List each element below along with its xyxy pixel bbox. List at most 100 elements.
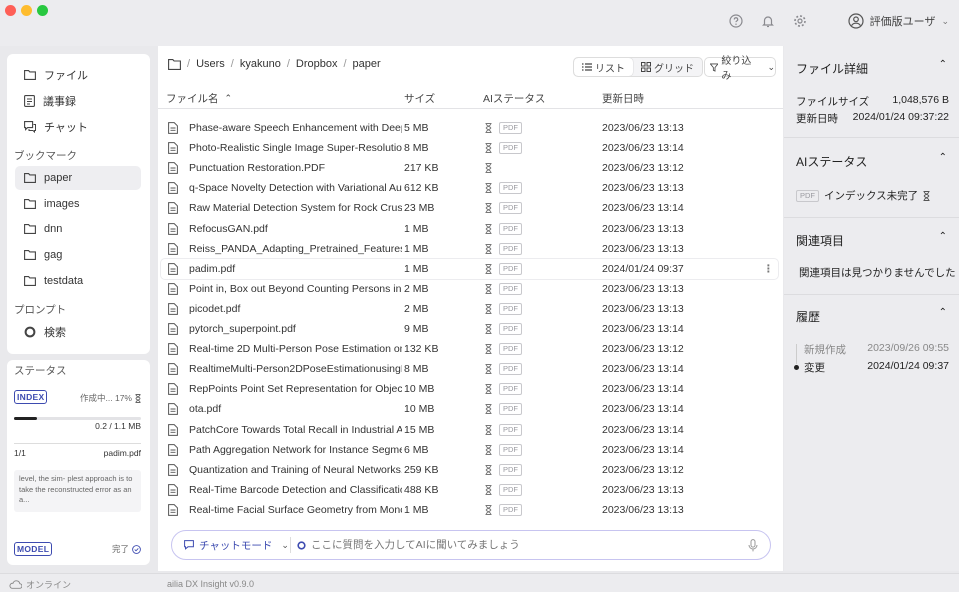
file-date: 2023/06/23 13:12 [602,463,684,476]
index-progress-bar [14,417,141,420]
breadcrumb-item[interactable]: Dropbox [296,58,338,70]
chat-bar: チャットモード ⌄ [171,530,771,560]
table-row[interactable]: Real-Time Barcode Detection and Classifi… [161,480,778,500]
file-name: Point in, Box out Beyond Counting Person… [189,282,402,295]
collapse-chevron-icon[interactable]: ⌃ [939,59,947,70]
file-name: RealtimeMulti-Person2DPoseEstimationusin… [189,363,402,376]
file-icon [168,182,178,195]
list-icon [582,63,592,71]
column-name-header[interactable]: ファイル名 ⌃ [166,91,232,106]
file-date: 2024/01/24 09:37 [602,262,684,275]
file-date: 2023/06/23 13:12 [602,343,684,356]
table-row[interactable]: Point in, Box out Beyond Counting Person… [161,279,778,299]
gear-icon[interactable] [793,14,807,28]
sidebar-item-chat[interactable]: チャット [15,115,141,139]
table-row[interactable]: padim.pdf 1 MB PDF 2024/01/24 09:37 ⋮ [161,258,778,279]
file-name: PatchCore Towards Total Recall in Indust… [189,423,402,436]
ai-status-cell: PDF [485,463,522,476]
history-label: 新規作成 [804,344,846,356]
breadcrumb-item[interactable]: paper [353,58,381,70]
file-date: 2023/06/23 13:14 [602,363,684,376]
prompts-heading: プロンプト [14,304,67,316]
table-row[interactable]: pytorch_superpoint.pdf 9 MB PDF 2023/06/23 … [161,319,778,339]
bookmark-images[interactable]: images [15,192,141,216]
hourglass-icon [485,504,492,515]
table-row[interactable]: Real-time Facial Surface Geometry from M… [161,500,778,520]
history-section: 履歴 ⌃ 新規作成 2023/09/26 09:55 変更 2024/01/24… [784,295,959,395]
chat-input[interactable] [311,539,748,551]
file-icon [168,503,178,516]
bookmark-testdata[interactable]: testdata [15,269,141,293]
bookmark-gag[interactable]: gag [15,243,141,267]
table-row[interactable]: RepPoints Point Set Representation for O… [161,379,778,399]
history-item: 新規作成 2023/09/26 09:55 [794,342,949,357]
table-row[interactable]: q-Space Novelty Detection with Variation… [161,178,778,198]
collapse-chevron-icon[interactable]: ⌃ [939,231,947,242]
file-date: 2023/06/23 13:14 [602,443,684,456]
check-circle-icon [132,544,141,554]
table-row[interactable]: RealtimeMulti-Person2DPoseEstimationusin… [161,359,778,379]
zoom-window-button[interactable] [37,5,48,16]
column-date-header[interactable]: 更新日時 [602,91,644,106]
table-row[interactable]: Real-time 2D Multi-Person Pose Estimatio… [161,339,778,359]
search-circle-icon [24,326,36,338]
table-row[interactable]: Quantization and Training of Neural Netw… [161,460,778,480]
column-size-header[interactable]: サイズ [404,91,435,106]
minimize-window-button[interactable] [21,5,32,16]
table-row[interactable]: PatchCore Towards Total Recall in Indust… [161,420,778,440]
table-row[interactable]: Path Aggregation Network for Instance Se… [161,440,778,460]
prompt-search[interactable]: 検索 [15,320,141,344]
table-row[interactable]: Reiss_PANDA_Adapting_Pretrained_Features… [161,239,778,259]
table-row[interactable]: Phase-aware Speech Enhancement with Deep… [161,118,778,138]
more-options-icon[interactable]: ⋮ [763,263,774,275]
folder-icon [24,70,36,80]
ai-status-cell: PDF [485,122,522,134]
related-heading: 関連項目 [796,234,845,248]
file-name: Punctuation Restoration.PDF [189,162,325,175]
table-row[interactable]: Photo-Realistic Single Image Super-Resol… [161,138,778,158]
file-name: padim.pdf [189,262,236,275]
hourglass-icon [485,464,492,475]
table-row[interactable]: picodet.pdf 2 MB PDF 2023/06/23 13:13 [161,299,778,319]
ai-status-cell: PDF [485,363,522,376]
file-icon [168,343,178,355]
cloud-icon [9,580,22,589]
filter-button[interactable]: 絞り込み ⌄ [704,56,776,82]
file-icon [168,142,178,154]
sidebar-item-minutes[interactable]: 議事録 [15,89,141,113]
collapse-chevron-icon[interactable]: ⌃ [939,307,947,318]
file-size: 217 KB [404,162,439,175]
table-row[interactable]: RefocusGAN.pdf 1 MB PDF 2023/06/23 13:13 [161,219,778,239]
breadcrumb-item[interactable]: kyakuno [240,58,281,70]
file-icon [168,302,178,315]
column-ai-status-header[interactable]: AIステータス [483,91,545,106]
index-badge: INDEX [14,390,48,404]
collapse-chevron-icon[interactable]: ⌃ [939,152,947,163]
pdf-tag: PDF [499,443,522,456]
related-empty-text: 関連項目は見つかりませんでした [799,267,956,279]
pdf-tag: PDF [499,403,522,416]
bookmark-paper[interactable]: paper [15,166,141,190]
help-icon[interactable] [729,14,743,28]
hourglass-icon [485,183,492,194]
breadcrumb-item[interactable]: Users [196,58,225,70]
list-view-button[interactable]: リスト [574,58,633,76]
sidebar-item-label: チャット [44,122,88,134]
close-window-button[interactable] [5,5,16,16]
file-date: 2023/06/23 13:14 [602,142,684,155]
bookmark-dnn[interactable]: dnn [15,217,141,241]
chat-mode-selector[interactable]: チャットモード ⌄ [172,538,290,553]
file-icon [168,162,178,175]
table-row[interactable]: Raw Material Detection System for Rock C… [161,198,778,218]
microphone-icon[interactable] [748,538,758,552]
view-toggle: リスト グリッド [573,57,703,77]
table-row[interactable]: ota.pdf 10 MB PDF 2023/06/23 13:14 [161,399,778,419]
folder-icon[interactable] [168,58,181,70]
sidebar-item-files[interactable]: ファイル [15,63,141,87]
file-size: 23 MB [404,202,435,215]
file-size: 10 MB [404,383,435,396]
bell-icon[interactable] [761,14,775,28]
table-row[interactable]: Punctuation Restoration.PDF 217 KB 2023/06… [161,158,778,178]
grid-view-button[interactable]: グリッド [633,58,702,76]
user-menu[interactable]: 評価版ユーザ ⌄ [848,12,949,30]
